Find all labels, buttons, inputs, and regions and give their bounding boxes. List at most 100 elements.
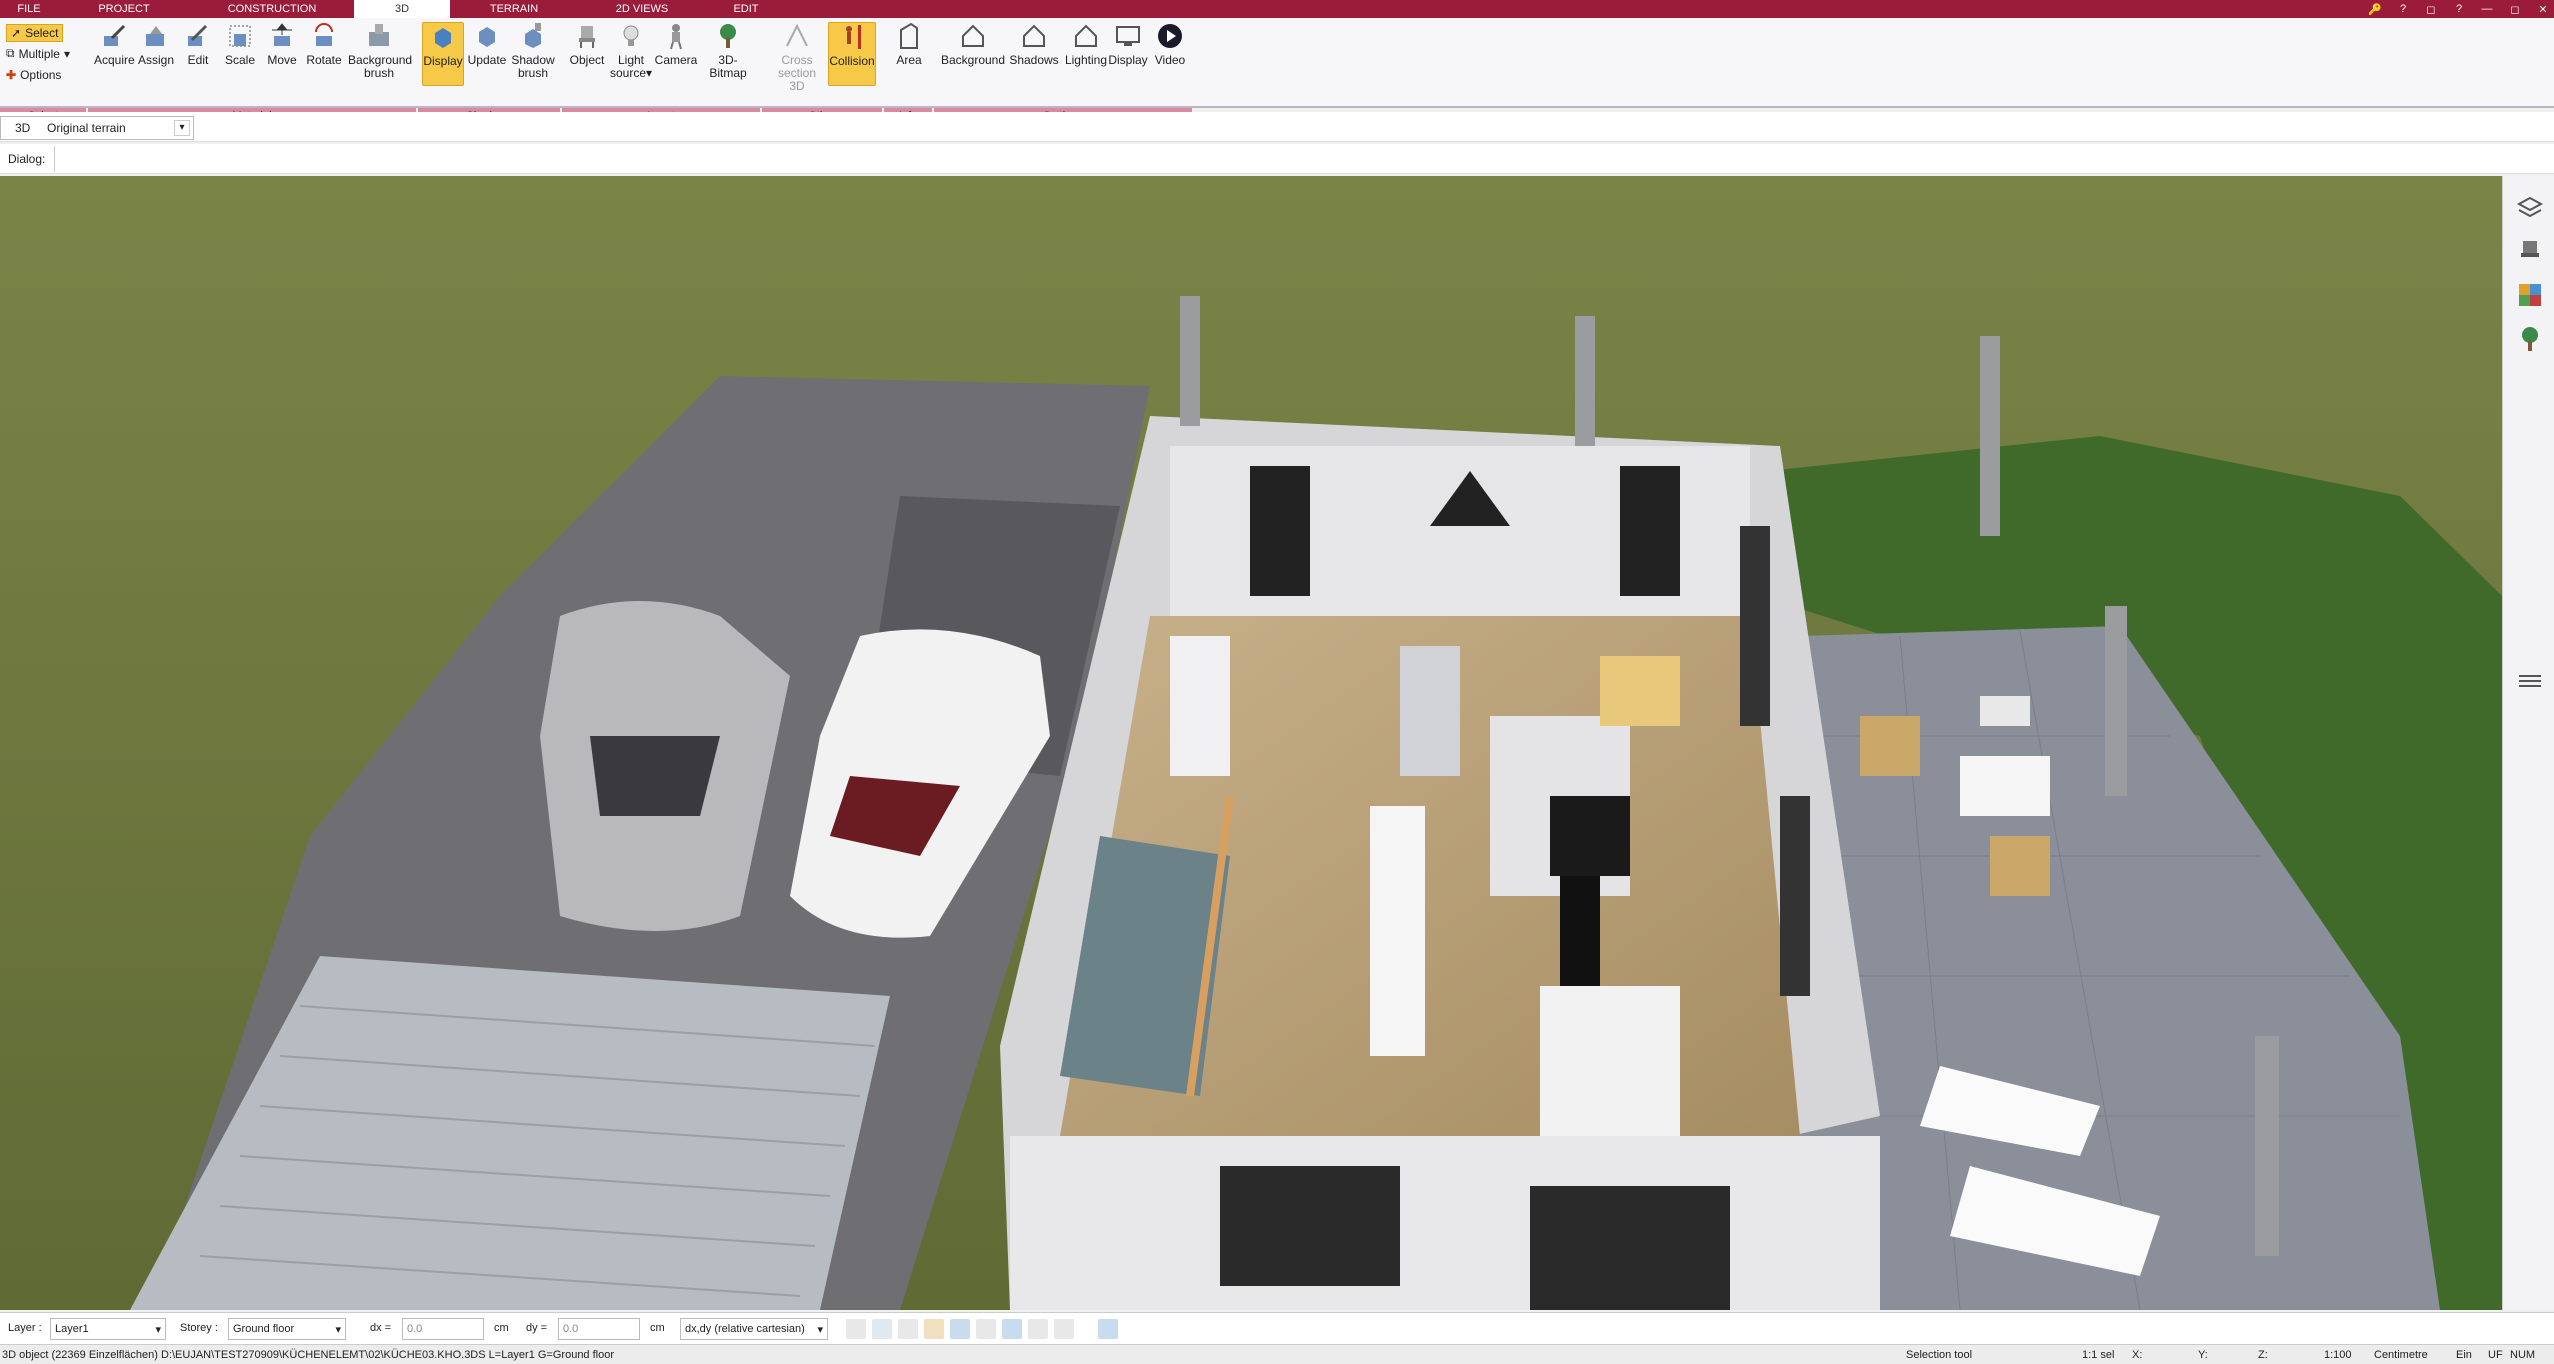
menu-handle-icon[interactable]: [2515, 666, 2545, 696]
view-mode-select[interactable]: 3D Original terrain ▾: [0, 116, 194, 140]
3d-scene: [0, 176, 2502, 1310]
house-landscape-icon: [962, 24, 984, 47]
layer-toggle-icon[interactable]: [1002, 1319, 1022, 1339]
pencil-icon: [188, 24, 208, 46]
move-button[interactable]: Move: [264, 22, 300, 67]
storey-select[interactable]: Ground floor ▾: [228, 1318, 346, 1340]
dining-table: [1600, 656, 1680, 726]
north-icon[interactable]: [1098, 1319, 1118, 1339]
background-settings-button[interactable]: Background: [940, 22, 1006, 67]
layer-select[interactable]: Layer1 ▾: [50, 1318, 166, 1340]
eyedropper-icon: [104, 24, 126, 46]
scale-value: 1:100: [2324, 1349, 2352, 1361]
lightbulb-icon: [623, 25, 639, 46]
rotate-icon: [315, 23, 333, 46]
unit-value: Centimetre: [2374, 1349, 2428, 1361]
lighting-settings-button[interactable]: Lighting: [1060, 22, 1112, 67]
window-controls: 🔑 ? ◻ ? — ◻ ✕: [2368, 0, 2550, 18]
interior-door-left: [1170, 636, 1230, 776]
status-bar: 3D object (22369 Einzelflächen) D:\EUJAN…: [0, 1344, 2554, 1364]
monitor-icon[interactable]: [872, 1319, 892, 1339]
options-button[interactable]: ✚ Options: [6, 68, 61, 82]
uf-indicator: UF: [2488, 1349, 2503, 1361]
collision-person-icon: [846, 25, 861, 49]
pillar: [1180, 296, 1200, 426]
curve-icon[interactable]: [976, 1319, 996, 1339]
side-window-2: [1780, 796, 1810, 996]
brush-icon: [369, 24, 389, 46]
plant-icon[interactable]: [2515, 324, 2545, 354]
dy-unit: cm: [650, 1322, 665, 1334]
help-icon[interactable]: ?: [2396, 3, 2410, 15]
materials-icon[interactable]: [2515, 280, 2545, 310]
edit-material-button[interactable]: Edit: [180, 22, 216, 67]
scale-button[interactable]: Scale: [222, 22, 258, 67]
pillar: [2255, 1036, 2279, 1256]
close-icon[interactable]: ✕: [2536, 3, 2550, 16]
hatch-icon[interactable]: [1028, 1319, 1048, 1339]
background-brush-button[interactable]: Background brush: [348, 22, 412, 80]
right-side-panel: [2502, 176, 2554, 1310]
assign-button[interactable]: Assign: [136, 22, 176, 67]
key-icon[interactable]: 🔑: [2368, 3, 2382, 16]
pillar: [1575, 316, 1595, 446]
minimize-icon[interactable]: —: [2480, 3, 2494, 15]
chevron-down-icon[interactable]: ▾: [174, 120, 190, 136]
insert-object-button[interactable]: Object: [566, 22, 608, 67]
tab-edit[interactable]: EDIT: [706, 0, 786, 18]
shadow-brush-button[interactable]: Shadow brush: [510, 22, 556, 80]
view-toolbar: 3D Original terrain ▾: [0, 112, 2554, 142]
coord-mode-select[interactable]: dx,dy (relative cartesian) ▾: [680, 1318, 828, 1340]
camera-button[interactable]: Camera: [654, 22, 698, 67]
cross-section-3d-button[interactable]: Cross section 3D: [770, 22, 824, 93]
display-settings-button[interactable]: Display: [1106, 22, 1150, 67]
maximize-icon[interactable]: ◻: [2508, 3, 2522, 16]
dx-input[interactable]: 0.0: [402, 1318, 484, 1340]
window-left: [1250, 466, 1310, 596]
cursor-icon[interactable]: [898, 1319, 918, 1339]
area-button[interactable]: Area: [890, 22, 928, 67]
snap-icon[interactable]: [924, 1319, 944, 1339]
tab-construction[interactable]: CONSTRUCTION: [190, 0, 354, 18]
3d-bitmap-button[interactable]: 3D-Bitmap: [700, 22, 756, 80]
bottom-toolbar: Layer : Layer1 ▾ Storey : Ground floor ▾…: [0, 1312, 2554, 1344]
car-silver-windshield: [590, 736, 720, 816]
tab-terrain[interactable]: TERRAIN: [450, 0, 578, 18]
ein-indicator: Ein: [2456, 1349, 2472, 1361]
video-button[interactable]: Video: [1150, 22, 1190, 67]
collision-button[interactable]: Collision: [828, 22, 876, 86]
interior-door-right: [1400, 646, 1460, 776]
shadows-settings-button[interactable]: Shadows: [1008, 22, 1060, 67]
grid-icon[interactable]: [1054, 1319, 1074, 1339]
x-coord: X:: [2132, 1349, 2143, 1361]
rotate-button[interactable]: Rotate: [304, 22, 344, 67]
dy-input[interactable]: 0.0: [558, 1318, 640, 1340]
side-window-1: [1740, 526, 1770, 726]
tab-file[interactable]: FILE: [0, 0, 58, 18]
tab-3d[interactable]: 3D: [354, 0, 450, 18]
pillar: [1980, 336, 2000, 536]
layers-icon[interactable]: [2515, 192, 2545, 222]
info-icon[interactable]: [1134, 1319, 1154, 1339]
acquire-button[interactable]: Acquire: [94, 22, 135, 67]
light-source-button[interactable]: Light source▾: [610, 22, 652, 80]
clock-icon[interactable]: [846, 1319, 866, 1339]
dialog-label: Dialog:: [8, 152, 46, 166]
plus-icon: ✚: [6, 68, 17, 82]
menu-bar: FILE PROJECT CONSTRUCTION 3D TERRAIN 2D …: [0, 0, 2554, 18]
dx-unit: cm: [494, 1322, 509, 1334]
line-icon[interactable]: [950, 1319, 970, 1339]
tab-2d-views[interactable]: 2D VIEWS: [578, 0, 706, 18]
tab-project[interactable]: PROJECT: [58, 0, 190, 18]
furniture-icon[interactable]: [2515, 236, 2545, 266]
divider: [54, 146, 55, 172]
update-shadows-button[interactable]: Update: [466, 22, 508, 67]
move-arrows-icon: [272, 23, 292, 46]
multiple-button[interactable]: ⧉ Multiple ▾: [6, 46, 70, 61]
multi-select-icon: ⧉: [6, 46, 15, 60]
restore-icon[interactable]: ◻: [2424, 3, 2438, 16]
select-button[interactable]: ➚ Select: [6, 24, 64, 42]
display-shadows-button[interactable]: Display: [422, 22, 464, 86]
3d-viewport[interactable]: [0, 176, 2502, 1310]
info-icon[interactable]: ?: [2452, 3, 2466, 15]
